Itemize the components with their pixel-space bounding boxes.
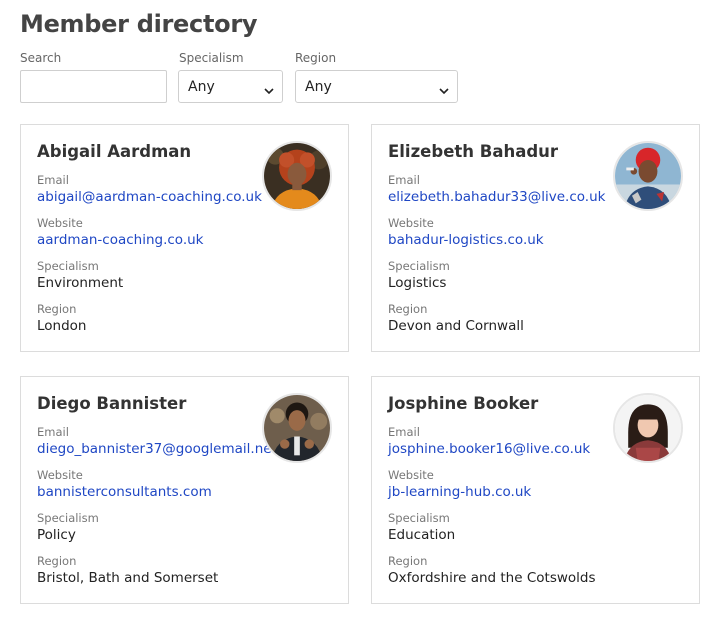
specialism-field-label: Specialism bbox=[388, 259, 450, 273]
search-input[interactable] bbox=[20, 70, 167, 103]
region-value: Oxfordshire and the Cotswolds bbox=[388, 570, 596, 586]
region-label: Region bbox=[295, 51, 337, 65]
website-label: Website bbox=[37, 216, 83, 230]
region-select-value: Any bbox=[305, 79, 332, 95]
email-link[interactable]: abigail@aardman-coaching.co.uk bbox=[37, 189, 262, 205]
member-name: Elizebeth Bahadur bbox=[388, 142, 559, 161]
website-link[interactable]: jb-learning-hub.co.uk bbox=[388, 484, 531, 500]
region-field-label: Region bbox=[388, 554, 428, 568]
chevron-down-icon bbox=[264, 83, 274, 99]
region-field-label: Region bbox=[37, 554, 77, 568]
specialism-value: Education bbox=[388, 527, 456, 543]
email-label: Email bbox=[37, 173, 69, 187]
website-label: Website bbox=[388, 216, 434, 230]
specialism-field-label: Specialism bbox=[388, 511, 450, 525]
region-field-label: Region bbox=[37, 302, 77, 316]
specialism-label: Specialism bbox=[179, 51, 244, 65]
specialism-value: Environment bbox=[37, 275, 124, 291]
search-label: Search bbox=[20, 51, 62, 65]
specialism-value: Logistics bbox=[388, 275, 447, 291]
member-name: Josphine Booker bbox=[388, 394, 539, 413]
region-select[interactable]: Any bbox=[295, 70, 458, 103]
website-link[interactable]: aardman-coaching.co.uk bbox=[37, 232, 204, 248]
email-link[interactable]: elizebeth.bahadur33@live.co.uk bbox=[388, 189, 605, 205]
email-label: Email bbox=[388, 173, 420, 187]
region-value: Bristol, Bath and Somerset bbox=[37, 570, 219, 586]
email-label: Email bbox=[37, 425, 69, 439]
website-link[interactable]: bahadur-logistics.co.uk bbox=[388, 232, 544, 248]
email-link[interactable]: diego_bannister37@googlemail.net bbox=[37, 441, 277, 457]
member-card: Elizebeth Bahadur Email elizebeth.bahadu… bbox=[371, 124, 700, 352]
member-name: Diego Bannister bbox=[37, 394, 187, 413]
email-link[interactable]: josphine.booker16@live.co.uk bbox=[388, 441, 590, 457]
specialism-value: Policy bbox=[37, 527, 76, 543]
region-value: London bbox=[37, 318, 87, 334]
specialism-field-label: Specialism bbox=[37, 511, 99, 525]
specialism-field-label: Specialism bbox=[37, 259, 99, 273]
website-label: Website bbox=[388, 468, 434, 482]
website-label: Website bbox=[37, 468, 83, 482]
member-card: Abigail Aardman Email abigail@aardman-co… bbox=[20, 124, 349, 352]
avatar bbox=[262, 393, 332, 463]
page-title: Member directory bbox=[20, 10, 258, 38]
member-card: Diego Bannister Email diego_bannister37@… bbox=[20, 376, 349, 604]
chevron-down-icon bbox=[439, 83, 449, 99]
specialism-select[interactable]: Any bbox=[178, 70, 283, 103]
member-card: Josphine Booker Email josphine.booker16@… bbox=[371, 376, 700, 604]
email-label: Email bbox=[388, 425, 420, 439]
avatar bbox=[262, 141, 332, 211]
website-link[interactable]: bannisterconsultants.com bbox=[37, 484, 212, 500]
avatar bbox=[613, 393, 683, 463]
specialism-select-value: Any bbox=[188, 79, 215, 95]
region-field-label: Region bbox=[388, 302, 428, 316]
avatar bbox=[613, 141, 683, 211]
member-name: Abigail Aardman bbox=[37, 142, 192, 161]
region-value: Devon and Cornwall bbox=[388, 318, 524, 334]
